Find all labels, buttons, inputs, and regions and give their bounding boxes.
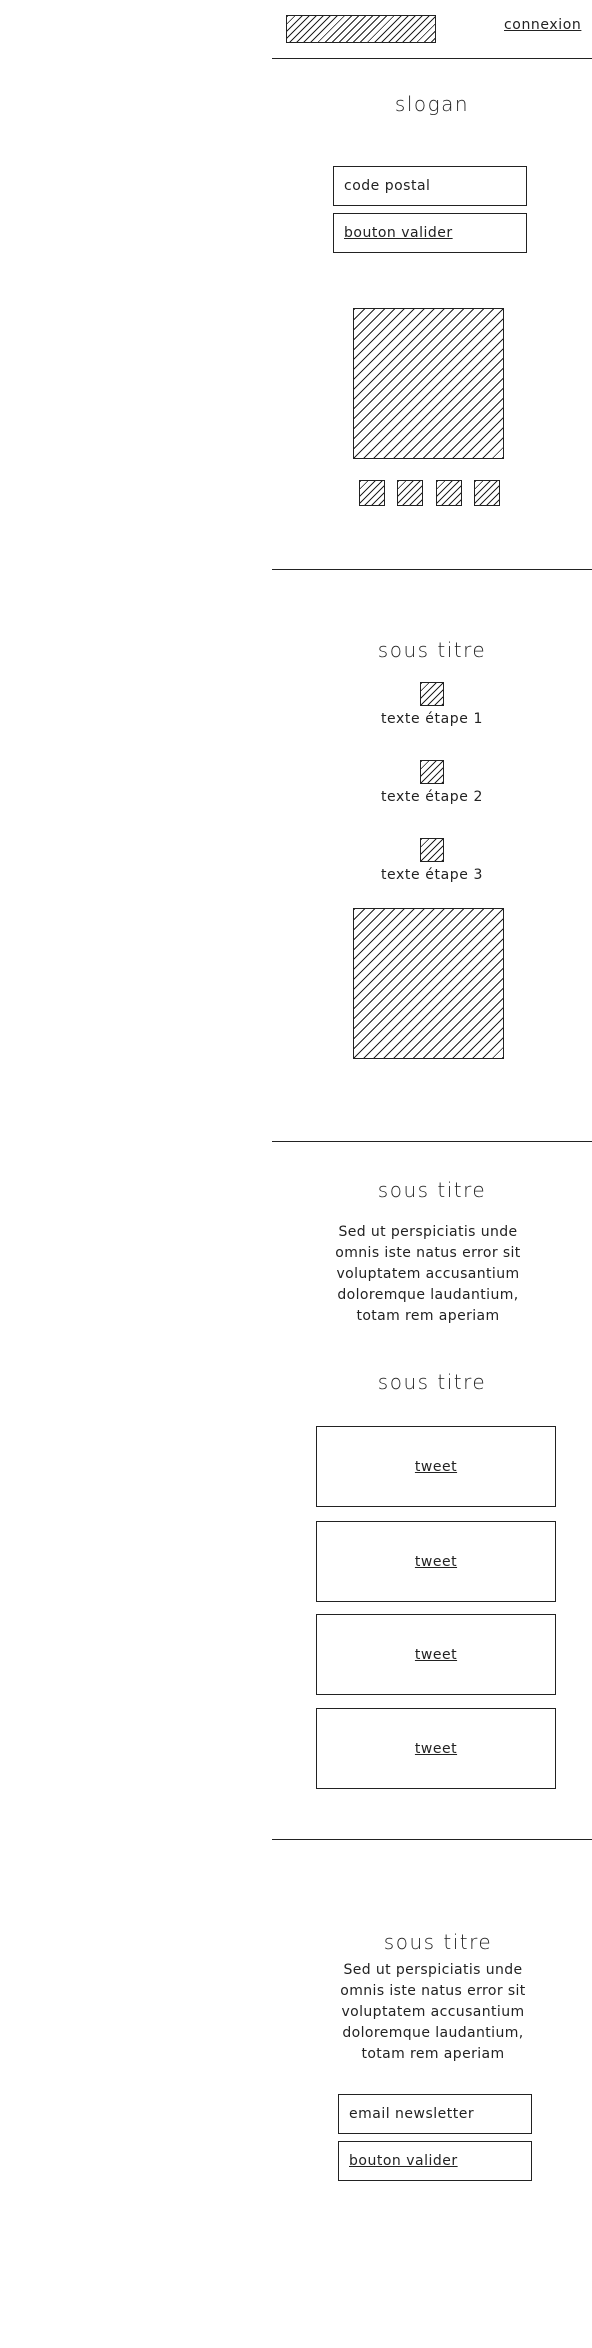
steps-image-placeholder-icon [353, 908, 504, 1059]
login-link[interactable]: connexion [504, 17, 581, 33]
tweets-title: sous titre [377, 1370, 487, 1394]
about-text-line: totam rem aperiam [356, 1308, 500, 1324]
step-2-icon [420, 760, 444, 784]
about-text: Sed ut perspiciatis unde omnis iste natu… [322, 1222, 534, 1327]
tweet-card[interactable]: tweet [316, 1426, 556, 1507]
hero-submit-button[interactable]: bouton valider [333, 213, 527, 253]
about-title: sous titre [377, 1178, 487, 1202]
newsletter-email-input[interactable]: email newsletter [338, 2094, 532, 2134]
steps-title: sous titre [377, 638, 487, 662]
newsletter-text-line: omnis iste natus error sit [340, 1983, 526, 1999]
step-1-label: texte étape 1 [380, 711, 484, 727]
section-divider-1 [272, 569, 592, 570]
newsletter-text-line: doloremque laudantium, [342, 2025, 524, 2041]
about-text-line: doloremque laudantium, [337, 1287, 519, 1303]
newsletter-submit-label: bouton valider [349, 2153, 458, 2169]
newsletter-submit-button[interactable]: bouton valider [338, 2141, 532, 2181]
newsletter-title: sous titre [383, 1930, 493, 1954]
tweet-card[interactable]: tweet [316, 1614, 556, 1695]
postal-code-input[interactable]: code postal [333, 166, 527, 206]
thumbnail-3-icon[interactable] [436, 480, 462, 506]
hero-submit-label: bouton valider [344, 225, 453, 241]
tweet-link: tweet [414, 1740, 458, 1757]
step-3-icon [420, 838, 444, 862]
slogan: slogan [394, 92, 470, 116]
logo-placeholder-icon[interactable] [286, 15, 436, 43]
thumbnail-4-icon[interactable] [474, 480, 500, 506]
thumbnail-1-icon[interactable] [359, 480, 385, 506]
newsletter-text-line: voluptatem accusantium [341, 2004, 525, 2020]
step-2-label: texte étape 2 [380, 789, 484, 805]
tweet-card[interactable]: tweet [316, 1521, 556, 1602]
tweet-link: tweet [414, 1646, 458, 1663]
about-text-line: voluptatem accusantium [336, 1266, 520, 1282]
tweet-card[interactable]: tweet [316, 1708, 556, 1789]
newsletter-text-line: totam rem aperiam [361, 2046, 505, 2062]
about-text-line: Sed ut perspiciatis unde [338, 1224, 518, 1240]
step-1-icon [420, 682, 444, 706]
thumbnail-2-icon[interactable] [397, 480, 423, 506]
tweet-link: tweet [414, 1458, 458, 1475]
newsletter-text: Sed ut perspiciatis unde omnis iste natu… [327, 1960, 539, 2065]
section-divider-2 [272, 1141, 592, 1142]
header-divider [272, 58, 592, 59]
tweet-link: tweet [414, 1553, 458, 1570]
newsletter-text-line: Sed ut perspiciatis unde [343, 1962, 523, 1978]
about-text-line: omnis iste natus error sit [335, 1245, 521, 1261]
step-3-label: texte étape 3 [380, 867, 484, 883]
section-divider-3 [272, 1839, 592, 1840]
hero-image-placeholder-icon [353, 308, 504, 459]
